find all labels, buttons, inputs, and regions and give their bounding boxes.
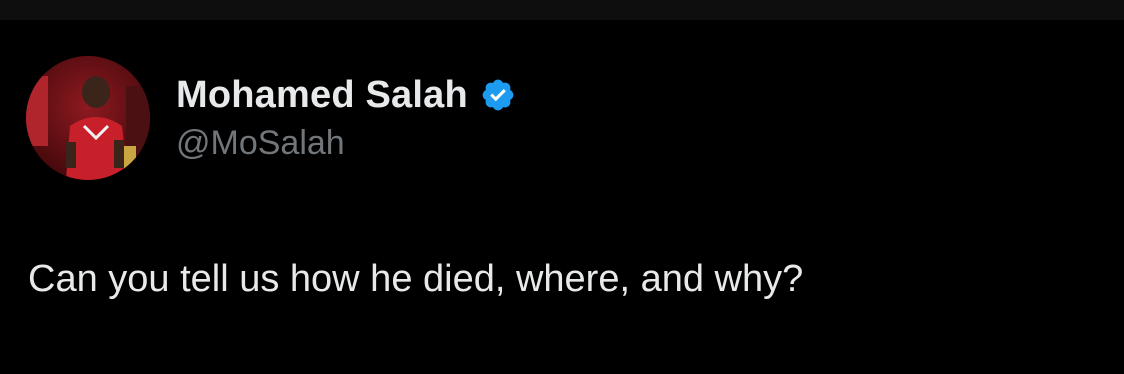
avatar-image bbox=[26, 56, 150, 180]
verified-badge-icon[interactable] bbox=[480, 77, 516, 113]
tweet-header: Mohamed Salah @MoSalah bbox=[176, 72, 516, 163]
avatar[interactable] bbox=[26, 56, 150, 180]
tweet-card[interactable]: Mohamed Salah @MoSalah Can you tell us h… bbox=[0, 20, 1124, 374]
tweet-text: Can you tell us how he died, where, and … bbox=[28, 258, 804, 300]
display-name[interactable]: Mohamed Salah bbox=[176, 74, 468, 117]
user-handle[interactable]: @MoSalah bbox=[176, 124, 516, 163]
name-row: Mohamed Salah bbox=[176, 72, 516, 118]
top-bar bbox=[0, 0, 1124, 20]
